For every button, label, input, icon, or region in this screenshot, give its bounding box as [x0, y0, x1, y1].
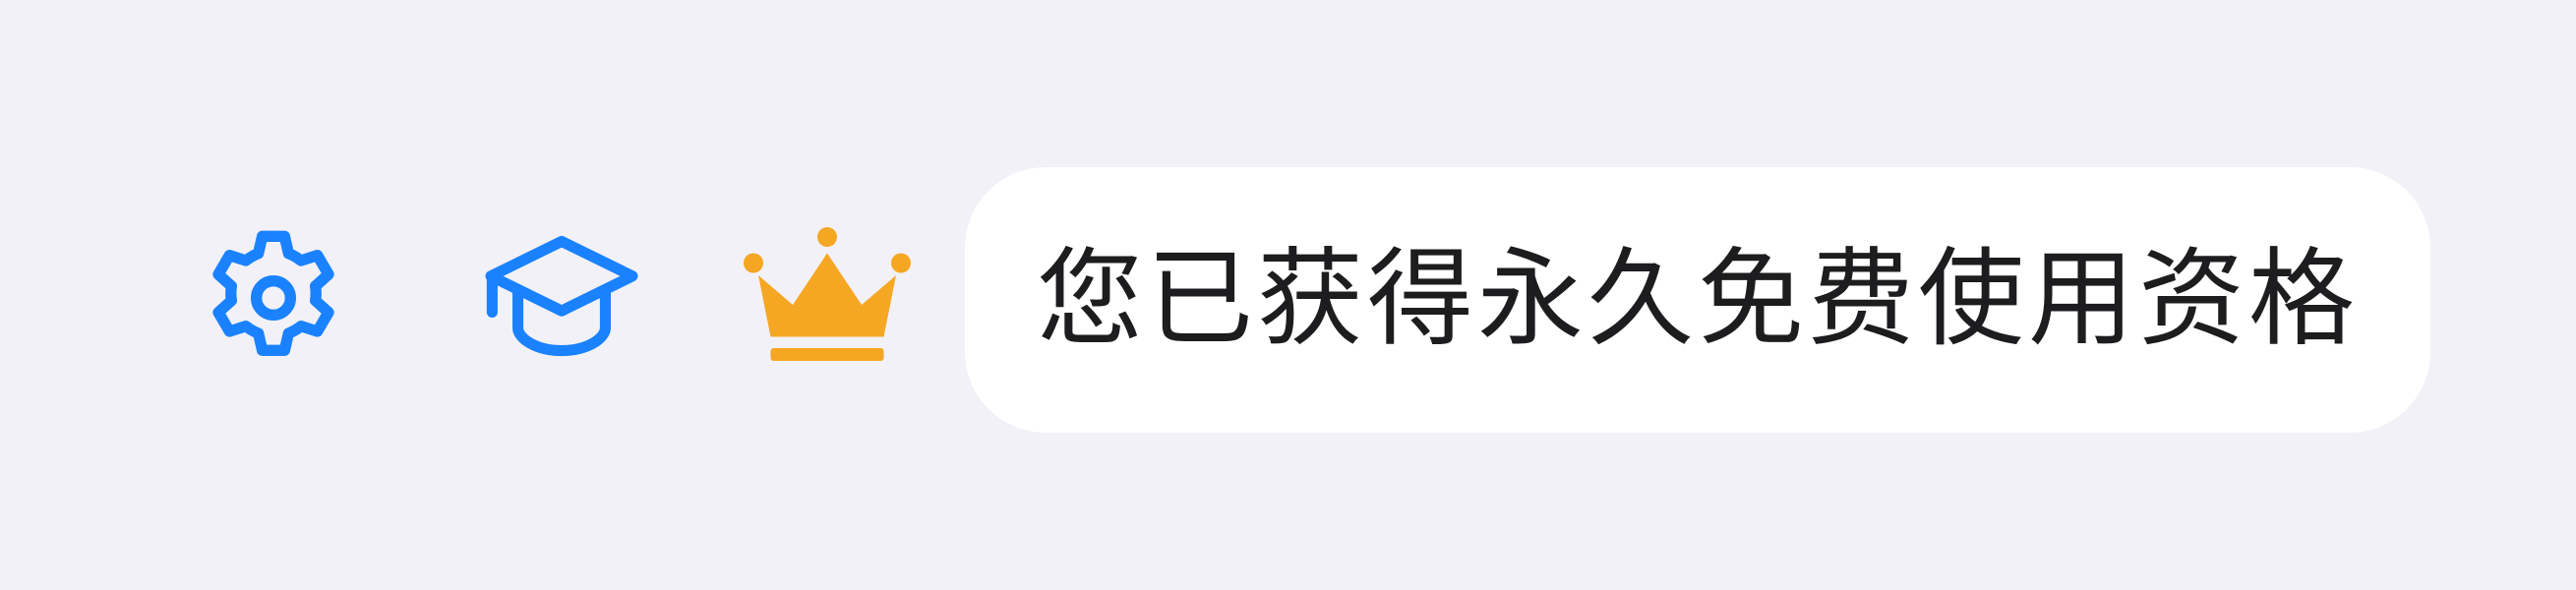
- top-toolbar: 您已获得永久免费使用资格: [0, 0, 2576, 590]
- crown-icon: [743, 227, 911, 361]
- status-message: 您已获得永久免费使用资格: [1036, 238, 2359, 361]
- vip-crown: [736, 221, 918, 379]
- graduation-cap-icon: [485, 235, 637, 356]
- lifetime-free-badge: 您已获得永久免费使用资格: [965, 167, 2430, 433]
- gear-icon: [211, 230, 334, 356]
- academy-button[interactable]: [470, 211, 652, 384]
- settings-button[interactable]: [187, 211, 359, 384]
